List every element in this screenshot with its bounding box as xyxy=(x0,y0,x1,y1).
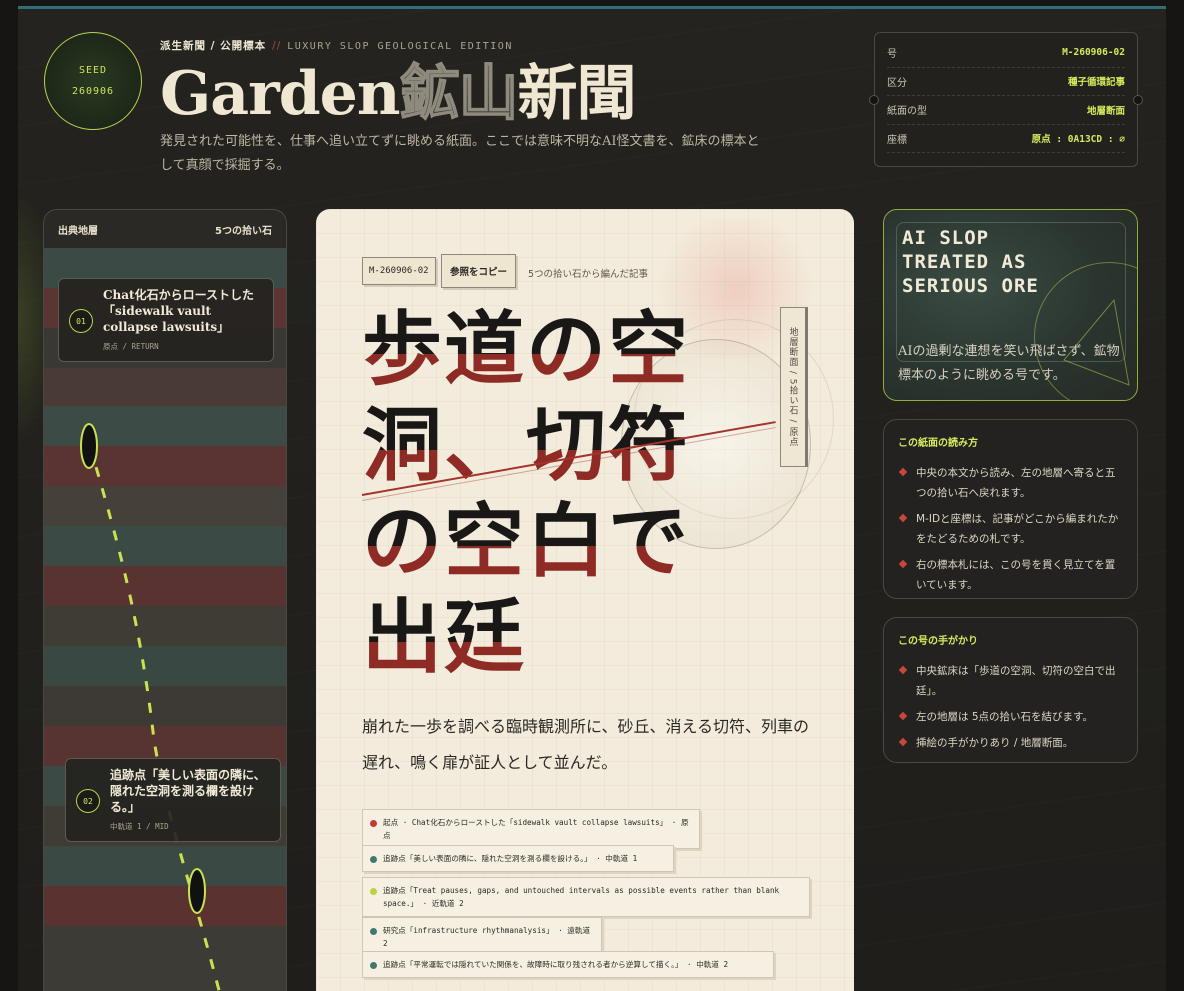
pebble-number: 01 xyxy=(69,309,93,333)
edition-label: LUXURY SLOP GEOLOGICAL EDITION xyxy=(287,41,513,52)
how-to-read-item: 右の標本札には、この号を貫く見立てを置いています。 xyxy=(898,555,1123,595)
evidence-text: 研究点「infrastructure rhythmanalysis」 · 遠軌道… xyxy=(383,926,591,948)
article-paper: M-260906-02 参照をコピー 5つの拾い石から編んだ記事 地層断面 / … xyxy=(316,209,854,991)
id-value: 地層断面 xyxy=(1086,105,1125,117)
clues-heading: この号の手がかり xyxy=(898,636,978,647)
how-to-read-item: M-IDと座標は、記事がどこから編まれたかをたどるための札です。 xyxy=(898,509,1123,549)
kicker-text: 派生新聞 / 公開標本 xyxy=(160,40,267,52)
pebble-title: 追跡点「美しい表面の隣に、隠れた空洞を測る欄を設ける。」 xyxy=(110,768,266,814)
title-mine: 鉱山 xyxy=(399,58,520,130)
id-value: 原点 : 0A13CD : ∅ xyxy=(1031,134,1125,146)
ore-specimen-card: AI SLOP TREATED AS SERIOUS ORE AIの過剰な連想を… xyxy=(883,209,1138,401)
trail-line xyxy=(88,445,221,991)
evidence-bullet xyxy=(370,928,377,935)
trail-hole-upper xyxy=(80,423,98,469)
id-value: M-260906-02 xyxy=(1062,47,1125,59)
evidence-text: 起点 · Chat化石からローストした「sidewalk vault colla… xyxy=(383,818,689,840)
how-to-read-item: 中央の本文から読み、左の地層へ寄ると五つの拾い石へ戻れます。 xyxy=(898,463,1123,503)
title-garden: Garden xyxy=(160,59,400,129)
evidence-text: 追跡点「美しい表面の隣に、隠れた空洞を測る欄を設ける。」 · 中軌道 1 xyxy=(383,854,638,863)
evidence-bullet xyxy=(370,962,377,969)
evidence-bullet xyxy=(370,856,377,863)
pebble-number: 02 xyxy=(76,789,100,813)
how-to-read-card: この紙面の読み方 中央の本文から読み、左の地層へ寄ると五つの拾い石へ戻れます。 … xyxy=(883,419,1138,599)
source-strata-panel: 出典地層 5つの拾い石 01 Chat化石からローストした「sidewalk v… xyxy=(43,209,287,991)
masthead-title: Garden鉱山新聞 xyxy=(160,58,636,130)
pebble-meta: 原点 / RETURN xyxy=(103,342,159,351)
article-meta-note: 5つの拾い石から編んだ記事 xyxy=(528,269,649,280)
header-kicker: 派生新聞 / 公開標本 // LUXURY SLOP GEOLOGICAL EDIT… xyxy=(160,38,513,53)
card-notch-right xyxy=(1133,95,1143,105)
title-newspaper: 新聞 xyxy=(517,59,636,129)
id-row-number: 号 M-260906-02 xyxy=(887,39,1125,68)
clue-item: 左の地層は 5点の拾い石を結びます。 xyxy=(898,707,1123,727)
id-key: 号 xyxy=(887,49,897,61)
evidence-item[interactable]: 追跡点「Treat pauses, gaps, and untouched in… xyxy=(362,877,810,917)
id-key: 座標 xyxy=(887,134,907,146)
evidence-item[interactable]: 追跡点「平常運転では隠れていた関係を、故障時に取り残される者から逆算して描く。」… xyxy=(362,951,774,978)
ore-title-line: SERIOUS ORE xyxy=(902,275,1039,297)
pebble-card[interactable]: 02 追跡点「美しい表面の隣に、隠れた空洞を測る欄を設ける。」 中軌道 1 / … xyxy=(65,758,281,842)
id-key: 紙面の型 xyxy=(887,106,927,118)
article-headline: 歩道の空洞、切符の空白で出廷 xyxy=(362,301,732,685)
id-value: 種子循環記事 xyxy=(1067,77,1125,89)
evidence-text: 追跡点「平常運転では隠れていた関係を、故障時に取り残される者から逆算して描く。」… xyxy=(383,960,729,969)
stratum-tag: 地層断面 / 5拾い石 / 原点 xyxy=(780,307,808,467)
kicker-separator: // xyxy=(272,40,282,52)
ore-card-description: AIの過剰な連想を笑い飛ばさず、鉱物標本のように眺める号です。 xyxy=(898,344,1120,383)
card-notch-left xyxy=(869,95,879,105)
how-to-read-heading: この紙面の読み方 xyxy=(898,438,978,449)
tagline: 発見された可能性を、仕事へ追い立てずに眺める紙面。ここでは意味不明なAI怪文書を… xyxy=(160,134,760,173)
seed-badge: SEED 260906 xyxy=(44,32,142,130)
pebble-meta: 中軌道 1 / MID xyxy=(110,822,169,831)
id-row-layout: 紙面の型 地層断面 xyxy=(887,96,1125,125)
ore-title-line: AI SLOP xyxy=(902,227,990,249)
evidence-text: 追跡点「Treat pauses, gaps, and untouched in… xyxy=(383,886,780,908)
evidence-item[interactable]: 起点 · Chat化石からローストした「sidewalk vault colla… xyxy=(362,809,700,849)
seed-label: SEED xyxy=(78,65,108,76)
article-id-chip: M-260906-02 xyxy=(362,257,436,285)
id-row-coordinates: 座標 原点 : 0A13CD : ∅ xyxy=(887,125,1125,153)
clue-item: 中央鉱床は「歩道の空洞、切符の空白で出廷」。 xyxy=(898,661,1123,701)
pebble-card[interactable]: 01 Chat化石からローストした「sidewalk vault collaps… xyxy=(58,278,274,362)
id-row-category: 区分 種子循環記事 xyxy=(887,68,1125,96)
pebble-title: Chat化石からローストした「sidewalk vault collapse l… xyxy=(103,288,254,334)
clue-item: 挿絵の手がかりあり / 地層断面。 xyxy=(898,733,1123,753)
evidence-bullet xyxy=(370,888,377,895)
clues-card: この号の手がかり 中央鉱床は「歩道の空洞、切符の空白で出廷」。 左の地層は 5点… xyxy=(883,617,1138,763)
seed-code: 260906 xyxy=(71,86,115,97)
issue-id-card: 号 M-260906-02 区分 種子循環記事 紙面の型 地層断面 座標 原点 : 0A… xyxy=(869,32,1143,167)
article-lede: 崩れた一歩を調べる臨時観測所に、砂丘、消える切符、列車の遅れ、鳴く扉が証人として… xyxy=(362,717,810,772)
id-key: 区分 xyxy=(887,77,907,89)
trail-hole-lower xyxy=(188,868,206,914)
ore-card-title: AI SLOP TREATED AS SERIOUS ORE xyxy=(902,226,1039,298)
copy-reference-button[interactable]: 参照をコピー xyxy=(441,254,517,288)
ore-title-line: TREATED AS xyxy=(902,251,1027,273)
evidence-item[interactable]: 追跡点「美しい表面の隣に、隠れた空洞を測る欄を設ける。」 · 中軌道 1 xyxy=(362,845,674,872)
evidence-bullet xyxy=(370,820,377,827)
